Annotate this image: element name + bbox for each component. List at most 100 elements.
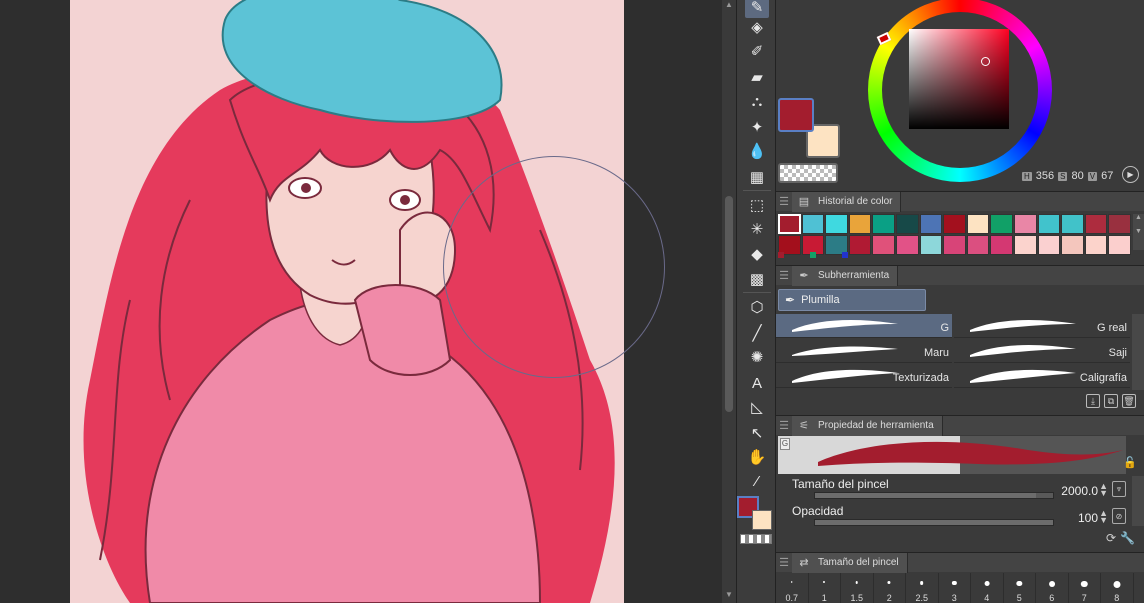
menu-icon[interactable]: ☰ — [776, 195, 792, 208]
color-swatch[interactable] — [1108, 214, 1131, 234]
import-icon[interactable]: ⤓ — [1086, 394, 1100, 408]
brush-size-preset[interactable]: 2.5 — [906, 573, 939, 603]
sv-marker[interactable] — [981, 57, 990, 66]
eraser-icon[interactable]: ▰ — [745, 66, 769, 88]
color-swatch[interactable] — [1061, 214, 1084, 234]
hand-icon[interactable]: ✋ — [745, 446, 769, 468]
brush-size-preset[interactable]: 1 — [809, 573, 841, 603]
subtool-scrollbar[interactable] — [1132, 314, 1144, 390]
color-swatch[interactable] — [778, 214, 801, 234]
color-swatch[interactable] — [1037, 214, 1061, 234]
canvas-area[interactable] — [0, 0, 722, 603]
canvas-scrollbar[interactable]: ▲ ▼ — [722, 0, 736, 603]
brush-item-texturizada[interactable]: Texturizada — [776, 364, 952, 388]
scroll-down-icon[interactable]: ▼ — [722, 590, 736, 602]
brush-size-preset[interactable]: 3 — [939, 573, 971, 603]
toolbar-sub-color[interactable] — [752, 510, 772, 530]
color-swatch[interactable] — [966, 214, 990, 234]
canvas-scroll-thumb[interactable] — [725, 196, 733, 412]
duplicate-icon[interactable]: ⧉ — [1104, 394, 1118, 408]
trash-icon[interactable]: 🗑 — [1122, 394, 1136, 408]
cube-icon[interactable]: ⬡ — [745, 296, 769, 318]
color-wheel[interactable] — [868, 0, 1052, 182]
play-icon[interactable]: ▶ — [1122, 166, 1139, 183]
lock-icon[interactable]: 🔓 — [1123, 456, 1137, 469]
brush-item-caligrafia[interactable]: Caligrafía — [954, 364, 1130, 388]
color-swatch[interactable] — [848, 214, 872, 234]
color-swatch[interactable] — [895, 214, 919, 234]
menu-icon[interactable]: ☰ — [776, 419, 792, 432]
brush-item-maru[interactable]: Maru — [776, 339, 952, 363]
property-footer: ⟳ 🔧 — [1106, 531, 1135, 545]
lasso-icon[interactable]: ⬚ — [745, 194, 769, 216]
eyedropper-icon[interactable]: ⁄ — [745, 470, 769, 492]
transparent-color-swatch[interactable] — [778, 163, 838, 183]
brush-size-preset[interactable]: 2 — [874, 573, 906, 603]
property-scrollbar[interactable] — [1132, 476, 1144, 526]
color-history-panel: ☰ ▤ Historial de color — [776, 191, 1144, 212]
brush-size-preset[interactable]: 0.7 — [776, 573, 809, 603]
burst-icon[interactable]: ✺ — [745, 346, 769, 368]
text-icon[interactable]: A — [745, 372, 769, 394]
blend-icon[interactable]: ⛬ — [745, 90, 769, 112]
line-icon[interactable]: ╱ — [745, 322, 769, 344]
brush-item-g[interactable]: G — [776, 314, 952, 338]
spinner-icon[interactable]: ▲ ▼ — [1099, 509, 1108, 525]
opacity-value[interactable]: 100 — [1078, 511, 1098, 525]
tab-subtool[interactable]: ✒ Subherramienta — [792, 265, 899, 286]
grid-icon[interactable]: ▦ — [745, 166, 769, 188]
color-swatch[interactable] — [1013, 214, 1037, 234]
color-swatch[interactable] — [825, 214, 848, 234]
brush-size-slider[interactable] — [814, 492, 1054, 499]
gradient-icon[interactable]: ▩ — [745, 268, 769, 290]
scroll-up-icon[interactable]: ▲ — [722, 0, 736, 12]
ruler-icon[interactable]: ◺ — [745, 396, 769, 418]
magic-wand-icon[interactable]: ✳ — [745, 218, 769, 240]
brush-size-preset[interactable]: 5 — [1004, 573, 1036, 603]
sparkle-icon[interactable]: ✦ — [745, 116, 769, 138]
airbrush-icon[interactable]: ◈ — [745, 16, 769, 38]
spinner-icon[interactable]: ▲ ▼ — [1099, 482, 1108, 498]
operation-icon[interactable]: ↖ — [745, 422, 769, 444]
color-swatch[interactable] — [919, 214, 943, 234]
brush-size-preset[interactable]: 1.5 — [841, 573, 874, 603]
color-swatch[interactable] — [872, 214, 895, 234]
subtool-group-tab[interactable]: ✒ Plumilla — [778, 289, 926, 311]
saturation-value-square[interactable] — [909, 29, 1009, 129]
hue-icon: H — [1022, 171, 1032, 181]
tab-color-history[interactable]: ▤ Historial de color — [792, 191, 902, 212]
tab-brush-size[interactable]: ⇄ Tamaño del pincel — [792, 552, 908, 573]
reset-icon[interactable]: ⟳ — [1106, 531, 1116, 545]
toolbar-transparent-color[interactable] — [740, 534, 772, 544]
color-marker — [810, 252, 816, 258]
menu-icon[interactable]: ☰ — [776, 556, 792, 569]
bucket-icon[interactable]: ◆ — [745, 243, 769, 265]
artwork-illustration — [70, 0, 624, 603]
artwork-canvas[interactable] — [70, 0, 624, 603]
size-dot — [952, 581, 957, 586]
brush-item-saji[interactable]: Saji — [954, 339, 1130, 363]
main-color-swatch[interactable] — [778, 98, 814, 132]
color-swatch[interactable] — [990, 214, 1013, 234]
opacity-slider[interactable] — [814, 519, 1054, 526]
size-value: 2 — [886, 593, 892, 603]
pressure-icon[interactable]: ⊘ — [1112, 508, 1126, 524]
brush-item-g-real[interactable]: G real — [954, 314, 1130, 338]
brush-size-preset[interactable]: 8 — [1101, 573, 1134, 603]
dropdown-icon[interactable]: ⩔ — [1112, 481, 1126, 497]
color-swatch[interactable] — [943, 214, 966, 234]
brush-size-value[interactable]: 2000.0 — [1061, 484, 1098, 498]
brush-size-preset[interactable]: 7 — [1069, 573, 1101, 603]
brush-name: Caligrafía — [1079, 372, 1127, 384]
marker-icon[interactable]: ✐ — [745, 40, 769, 62]
history-scrollbar[interactable]: ▲ ▼ — [1133, 214, 1144, 250]
brush-size-presets: 0.7 1 1.5 2 2.5 3 4 5 6 7 8 — [776, 573, 1144, 603]
brush-size-preset[interactable]: 4 — [971, 573, 1004, 603]
water-drop-icon[interactable]: 💧 — [745, 140, 769, 162]
menu-icon[interactable]: ☰ — [776, 269, 792, 282]
brush-size-preset[interactable]: 6 — [1036, 573, 1069, 603]
color-swatch[interactable] — [801, 214, 825, 234]
tab-tool-property[interactable]: ⚟ Propiedad de herramienta — [792, 415, 943, 436]
color-swatch[interactable] — [1084, 214, 1108, 234]
wrench-icon[interactable]: 🔧 — [1120, 531, 1135, 545]
